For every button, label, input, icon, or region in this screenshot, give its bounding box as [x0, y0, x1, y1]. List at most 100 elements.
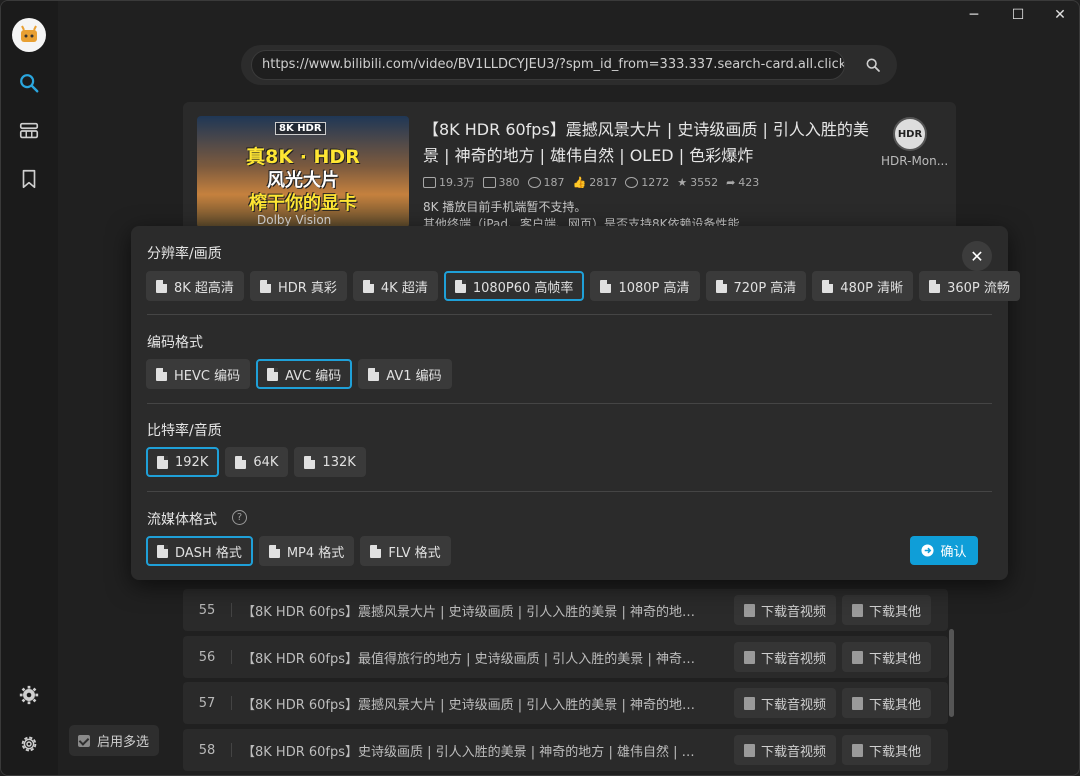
confirm-button[interactable]: 确认: [910, 536, 978, 565]
sidebar: [1, 1, 58, 775]
option-avc[interactable]: AVC 编码: [256, 359, 353, 389]
option-label: 360P 流畅: [947, 280, 1010, 296]
download-other-button[interactable]: 下载其他: [842, 688, 932, 718]
option-label: MP4 格式: [286, 545, 345, 561]
row-index: 57: [198, 695, 216, 711]
section-title-resolution: 分辨率/画质: [147, 246, 222, 262]
option-label: HEVC 编码: [174, 368, 241, 384]
stat-views: 19.3万: [423, 174, 475, 190]
option-192k[interactable]: 192K: [146, 447, 220, 477]
minimize-icon: ─: [969, 7, 979, 23]
search-button[interactable]: [858, 50, 888, 80]
stat-coins-value: 1272: [641, 175, 670, 189]
gear-icon: [21, 736, 37, 752]
comment-icon: [527, 176, 541, 188]
list-item[interactable]: 56 【8K HDR 60fps】最值得旅行的地方 | 史诗级画质 | 引人入胜…: [183, 636, 948, 678]
option-label: HDR 真彩: [277, 280, 337, 296]
thumb-line-3: 榨干你的显卡: [249, 193, 357, 214]
option-132k[interactable]: 132K: [294, 447, 366, 477]
stat-coins: 1272: [625, 176, 669, 189]
bookmark-icon: [22, 169, 36, 189]
close-window-button[interactable]: ✕: [1037, 1, 1079, 29]
download-other-button[interactable]: 下载其他: [842, 735, 932, 765]
help-icon[interactable]: ?: [232, 510, 247, 525]
option-720p[interactable]: 720P 高清: [705, 271, 807, 301]
section-divider: [147, 491, 992, 492]
file-icon: [267, 367, 279, 381]
stat-likes-value: 2817: [589, 175, 618, 189]
option-flv[interactable]: FLV 格式: [360, 536, 451, 566]
file-icon: [156, 279, 167, 293]
download-other-label: 下载其他: [869, 697, 922, 713]
section-divider: [147, 314, 992, 315]
stat-favorites: ★ 3552: [677, 176, 718, 189]
download-av-label: 下载音视频: [761, 697, 827, 713]
option-8k[interactable]: 8K 超高清: [146, 271, 244, 301]
sidebar-item-settings[interactable]: [17, 732, 41, 756]
file-icon: [929, 279, 941, 293]
option-1080p60[interactable]: 1080P60 高帧率: [443, 271, 585, 301]
option-mp4[interactable]: MP4 格式: [258, 536, 355, 566]
multi-select-label: 启用多选: [97, 735, 150, 750]
video-thumbnail[interactable]: 8K HDR 真8K · HDR 风光大片 榨干你的显卡 Dolby Visio…: [197, 116, 409, 228]
stat-comments: 187: [527, 176, 565, 189]
option-av1[interactable]: AV1 编码: [358, 359, 452, 389]
thumb-dolby: Dolby Vision: [257, 213, 332, 227]
search-icon: [20, 74, 39, 93]
row-divider: [231, 696, 232, 710]
file-icon: [370, 544, 382, 558]
option-label: 480P 清晰: [840, 280, 904, 296]
option-hdr[interactable]: HDR 真彩: [249, 271, 347, 301]
stat-danmaku: 380: [482, 176, 520, 189]
checkbox-icon[interactable]: [78, 734, 90, 747]
download-other-button[interactable]: 下载其他: [842, 642, 932, 672]
download-av-button[interactable]: 下载音视频: [734, 735, 837, 765]
section-title-codec: 编码格式: [147, 335, 203, 351]
multi-select-toggle[interactable]: 启用多选: [69, 725, 159, 756]
list-item[interactable]: 58 【8K HDR 60fps】史诗级画质 | 引人入胜的美景 | 神奇的地方…: [183, 729, 948, 771]
sidebar-item-search[interactable]: [17, 71, 41, 95]
sidebar-item-downloads[interactable]: [17, 119, 41, 143]
url-input[interactable]: https://www.bilibili.com/video/BV1LLDCYJ…: [251, 50, 845, 80]
list-item[interactable]: 55 【8K HDR 60fps】震撼风景大片 | 史诗级画质 | 引人入胜的美…: [183, 589, 948, 631]
option-1080p[interactable]: 1080P 高清: [590, 271, 700, 301]
option-360p[interactable]: 360P 流畅: [919, 271, 1020, 301]
list-item[interactable]: 57 【8K HDR 60fps】震撼风景大片 | 史诗级画质 | 引人入胜的美…: [183, 682, 948, 724]
star-icon: ★: [677, 175, 688, 189]
sidebar-item-bookmarks[interactable]: [17, 167, 41, 191]
stat-favorites-value: 3552: [690, 175, 719, 189]
option-hevc[interactable]: HEVC 编码: [146, 359, 251, 389]
option-480p[interactable]: 480P 清晰: [812, 271, 914, 301]
audio-file-icon: [304, 455, 316, 469]
file-download-icon: [744, 603, 755, 617]
dialog-close-button[interactable]: ✕: [962, 241, 992, 271]
row-title: 【8K HDR 60fps】震撼风景大片 | 史诗级画质 | 引人入胜的美景 |…: [242, 697, 702, 713]
option-64k[interactable]: 64K: [225, 447, 289, 477]
thumb-line-1: 真8K · HDR: [246, 146, 360, 168]
download-av-button[interactable]: 下载音视频: [734, 595, 837, 625]
option-dash[interactable]: DASH 格式: [146, 536, 253, 566]
maximize-button[interactable]: ☐: [995, 1, 1041, 29]
option-4k[interactable]: 4K 超清: [352, 271, 438, 301]
file-export-icon: [852, 696, 863, 710]
file-icon: [157, 544, 168, 558]
download-av-button[interactable]: 下载音视频: [734, 642, 837, 672]
row-index: 56: [198, 649, 216, 665]
list-scrollbar[interactable]: [949, 629, 954, 717]
download-other-button[interactable]: 下载其他: [842, 595, 932, 625]
owner-name[interactable]: HDR-Mon...: [881, 154, 948, 168]
download-av-label: 下载音视频: [761, 651, 827, 667]
option-label: 192K: [175, 454, 209, 470]
file-icon: [715, 279, 727, 293]
option-label: 4K 超清: [380, 280, 428, 296]
sidebar-item-theme[interactable]: [17, 683, 41, 707]
minimize-button[interactable]: ─: [951, 1, 997, 29]
download-av-button[interactable]: 下载音视频: [734, 688, 837, 718]
codec-options: HEVC 编码 AVC 编码 AV1 编码: [146, 359, 452, 389]
app-window: 启用多选 ─ ☐ ✕ https://www.bilibili.com/vide…: [0, 0, 1080, 776]
row-title: 【8K HDR 60fps】最值得旅行的地方 | 史诗级画质 | 引人入胜的美景…: [242, 651, 702, 667]
audio-file-icon: [235, 455, 247, 469]
confirm-label: 确认: [940, 545, 967, 560]
owner-avatar[interactable]: HDR: [893, 117, 927, 151]
file-icon: [368, 367, 380, 381]
